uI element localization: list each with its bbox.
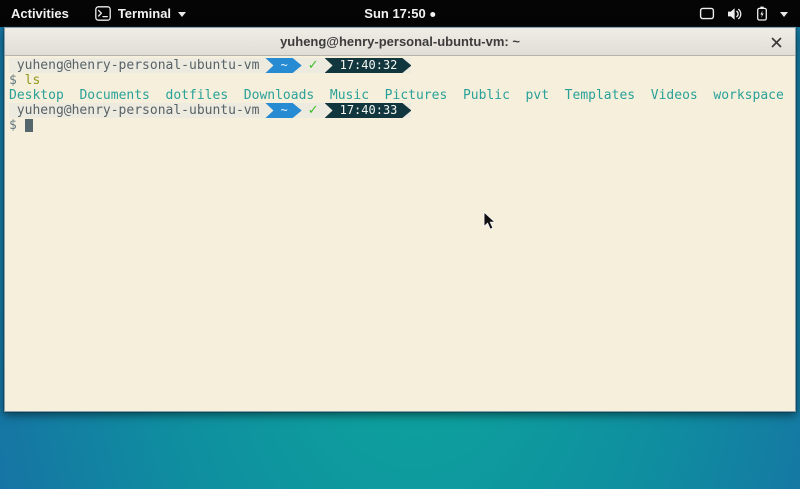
close-button[interactable] [766,32,786,52]
app-menu[interactable]: Terminal [95,6,186,21]
clock-label: Sun 17:50 [364,6,425,21]
text-cursor-block [25,119,33,132]
system-status-area[interactable] [699,0,800,27]
directory-name: Music [330,88,369,103]
app-menu-label: Terminal [118,6,171,21]
terminal-icon [95,6,111,21]
directory-name: Public [463,88,510,103]
prompt-symbol: $ [9,73,17,88]
prompt-user-host: yuheng@henry-personal-ubuntu-vm [17,103,260,118]
prompt-line: yuheng@henry-personal-ubuntu-vm ~ ✓ 17:4… [9,103,795,118]
prompt-time-segment: 17:40:32 [325,58,412,73]
battery-charging-icon [756,6,768,21]
typed-command: ls [25,73,41,88]
prompt-symbol: $ [9,118,17,133]
window-titlebar[interactable]: yuheng@henry-personal-ubuntu-vm: ~ [5,28,795,56]
close-icon [771,37,782,48]
prompt-segments: yuheng@henry-personal-ubuntu-vm ~ ✓ 17:4… [9,58,411,73]
terminal-window: yuheng@henry-personal-ubuntu-vm: ~ yuhen… [4,27,796,412]
notification-dot [431,12,436,17]
clock-button[interactable]: Sun 17:50 [364,0,435,27]
directory-name: Templates [565,88,635,103]
directory-name: Videos [651,88,698,103]
check-icon: ✓ [308,58,319,73]
volume-icon [727,7,744,21]
directory-name: Pictures [385,88,448,103]
directory-name: workspace [713,88,783,103]
directory-name: Downloads [244,88,314,103]
directory-name: pvt [526,88,549,103]
display-icon [699,7,715,20]
input-line: $ [9,118,795,133]
activities-button[interactable]: Activities [11,6,69,21]
terminal-output-area[interactable]: yuheng@henry-personal-ubuntu-vm ~ ✓ 17:4… [5,56,795,411]
top-bar: Activities Terminal Sun 17:50 [0,0,800,27]
directory-name: Documents [79,88,149,103]
chevron-down-icon [780,12,788,17]
directory-name: Desktop [9,88,64,103]
check-icon: ✓ [308,103,319,118]
prompt-path-segment: ~ [265,58,301,73]
chevron-down-icon [178,12,186,17]
ls-output-line: Desktop Documents dotfiles Downloads Music Pi… [9,88,795,103]
command-line: $ ls [9,73,795,88]
directory-name: dotfiles [166,88,229,103]
prompt-user-host: yuheng@henry-personal-ubuntu-vm [17,58,260,73]
window-title: yuheng@henry-personal-ubuntu-vm: ~ [280,34,520,49]
prompt-path-segment: ~ [265,103,301,118]
prompt-line: yuheng@henry-personal-ubuntu-vm ~ ✓ 17:4… [9,58,795,73]
prompt-time-segment: 17:40:33 [325,103,412,118]
top-bar-left: Activities Terminal [11,6,186,21]
prompt-segments: yuheng@henry-personal-ubuntu-vm ~ ✓ 17:4… [9,103,411,118]
